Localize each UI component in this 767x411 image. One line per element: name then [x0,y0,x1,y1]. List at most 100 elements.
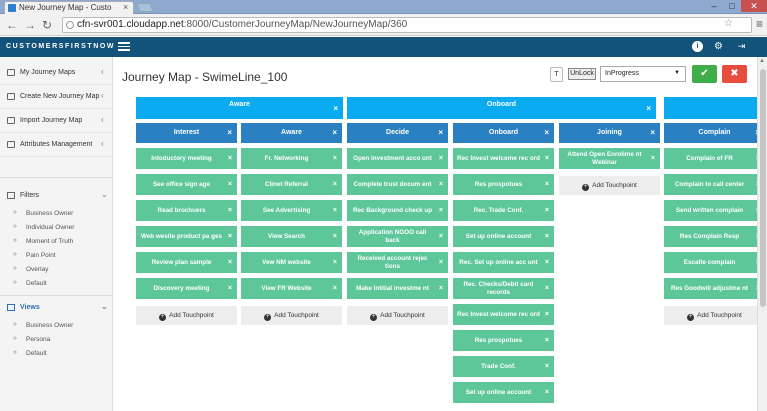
remove-touchpoint-icon[interactable]: × [651,155,655,163]
bookmark-star-icon[interactable]: ☆ [724,18,733,29]
column-header[interactable]: Decide × [347,123,448,143]
settings-gear-icon[interactable]: ⚙ [713,41,724,52]
remove-touchpoint-icon[interactable]: × [333,207,337,215]
back-arrow-icon[interactable]: ← [6,18,18,32]
touchpoint-card[interactable]: Set up online account × [453,226,554,247]
remove-touchpoint-icon[interactable]: × [228,155,232,163]
touchpoint-card[interactable]: Trade Conf. × [453,356,554,377]
sidebar-item-import-journey-map[interactable]: Import Journey Map ‹ [0,109,113,133]
touchpoint-card[interactable]: Open investment acco unt × [347,148,448,169]
view-item-persona[interactable]: Persona [0,333,113,346]
scroll-up-icon[interactable]: ▲ [759,58,765,64]
touchpoint-card[interactable]: Res Goodwill adjustme nt× [664,278,765,299]
touchpoint-card[interactable]: Complete trust docum ent × [347,174,448,195]
filters-section-header[interactable]: Filters ⌄ [0,187,113,205]
remove-touchpoint-icon[interactable]: × [545,363,549,371]
close-tab-icon[interactable]: × [123,2,128,12]
close-window-icon[interactable]: ✕ [741,0,767,12]
remove-touchpoint-icon[interactable]: × [228,233,232,241]
column-header[interactable]: Complain× [664,123,765,143]
touchpoint-card[interactable]: Read brochuers × [136,200,237,221]
sidebar-item-create-new-journey-map[interactable]: Create New Journey Map ‹ [0,85,113,109]
filter-item-business-owner[interactable]: Business Owner [0,207,113,220]
forward-arrow-icon[interactable]: → [24,18,36,32]
add-touchpoint-button[interactable]: + Add Touchpoint [136,306,237,325]
remove-touchpoint-icon[interactable]: × [228,259,232,267]
touchpoint-card[interactable]: Received account rejec tions × [347,252,448,273]
remove-touchpoint-icon[interactable]: × [333,181,337,189]
logout-icon[interactable]: ⇥ [736,41,747,52]
add-touchpoint-button[interactable]: + Add Touchpoint [241,306,342,325]
touchpoint-card[interactable]: Complain to call center× [664,174,765,195]
touchpoint-card[interactable]: Rec Invest welcome rec ord × [453,304,554,325]
sidebar-item-my-journey-maps[interactable]: My Journey Maps ‹ [0,61,113,85]
remove-touchpoint-icon[interactable]: × [333,155,337,163]
remove-column-icon[interactable]: × [438,123,443,142]
touchpoint-card[interactable]: View FR Website × [241,278,342,299]
views-section-header[interactable]: Views ⌄ [0,299,113,317]
touchpoint-card[interactable]: See Advertising × [241,200,342,221]
touchpoint-card[interactable]: Clinet Referral × [241,174,342,195]
reload-icon[interactable]: ↻ [42,18,52,32]
touchpoint-card[interactable]: Review plan sample × [136,252,237,273]
remove-touchpoint-icon[interactable]: × [545,155,549,163]
add-touchpoint-button[interactable]: + Add Touchpoint [347,306,448,325]
stage-header[interactable]: Onboard × [347,97,656,119]
save-button[interactable]: ✔ [692,65,717,83]
hamburger-menu-icon[interactable] [118,42,130,51]
remove-touchpoint-icon[interactable]: × [439,285,443,293]
remove-touchpoint-icon[interactable]: × [333,285,337,293]
sidebar-item-attributes-management[interactable]: Attributes Management ‹ [0,133,113,157]
add-touchpoint-button[interactable]: + Add Touchpoint [664,306,765,325]
remove-column-icon[interactable]: × [332,123,337,142]
remove-touchpoint-icon[interactable]: × [545,311,549,319]
touchpoint-card[interactable]: Rec. Trade Conf. × [453,200,554,221]
touchpoint-card[interactable]: Intoductory meeting × [136,148,237,169]
touchpoint-card[interactable]: Rec Invest welcome rec ord × [453,148,554,169]
touchpoint-card[interactable]: Attend Open Enrolime nt Webinar × [559,148,660,169]
touchpoint-card[interactable]: Res prospotues × [453,174,554,195]
remove-touchpoint-icon[interactable]: × [439,259,443,267]
remove-column-icon[interactable]: × [650,123,655,142]
remove-column-icon[interactable]: × [544,123,549,142]
remove-touchpoint-icon[interactable]: × [333,233,337,241]
remove-touchpoint-icon[interactable]: × [333,259,337,267]
filter-item-moment-of-truth[interactable]: Moment of Truth [0,235,113,248]
touchpoint-card[interactable]: Make Intitial investme nt × [347,278,448,299]
remove-touchpoint-icon[interactable]: × [439,155,443,163]
view-item-default[interactable]: Default [0,347,113,360]
remove-touchpoint-icon[interactable]: × [545,285,549,293]
touchpoint-card[interactable]: Escalte complain× [664,252,765,273]
touchpoint-card[interactable]: Set up online account × [453,382,554,403]
remove-touchpoint-icon[interactable]: × [439,181,443,189]
stage-header[interactable] [664,97,764,119]
unlock-button[interactable]: UnLock [568,68,596,80]
touchpoint-card[interactable]: Rec Background check up × [347,200,448,221]
touchpoint-card[interactable]: Discovery meeting × [136,278,237,299]
url-input[interactable]: cfn-svr001.cloudapp.net:8000/CustomerJou… [62,17,752,33]
column-header[interactable]: Joining × [559,123,660,143]
remove-column-icon[interactable]: × [227,123,232,142]
remove-touchpoint-icon[interactable]: × [545,337,549,345]
touchpoint-card[interactable]: Rec. Checks/Debit card records × [453,278,554,299]
remove-touchpoint-icon[interactable]: × [545,259,549,267]
add-touchpoint-button[interactable]: + Add Touchpoint [559,176,660,195]
remove-touchpoint-icon[interactable]: × [228,207,232,215]
browser-menu-icon[interactable]: ≡ [756,17,763,31]
filter-item-overlay[interactable]: Overlay [0,263,113,276]
status-select[interactable]: InProgress ▼ [600,66,686,82]
filter-item-default[interactable]: Default [0,277,113,290]
browser-tab[interactable]: New Journey Map - Custo × [4,1,134,14]
text-toggle-button[interactable]: T [550,67,563,82]
touchpoint-card[interactable]: Res prospotues × [453,330,554,351]
touchpoint-card[interactable]: Res Complain Resp× [664,226,765,247]
touchpoint-card[interactable]: Fr. Networking × [241,148,342,169]
new-tab-button[interactable] [136,3,154,12]
page-info-icon[interactable] [66,21,74,29]
touchpoint-card[interactable]: Application NGOO call back × [347,226,448,247]
scrollbar-thumb[interactable] [760,69,766,307]
column-header[interactable]: Onboard × [453,123,554,143]
remove-touchpoint-icon[interactable]: × [439,207,443,215]
remove-touchpoint-icon[interactable]: × [545,233,549,241]
filter-item-pain-point[interactable]: Pain Point [0,249,113,262]
